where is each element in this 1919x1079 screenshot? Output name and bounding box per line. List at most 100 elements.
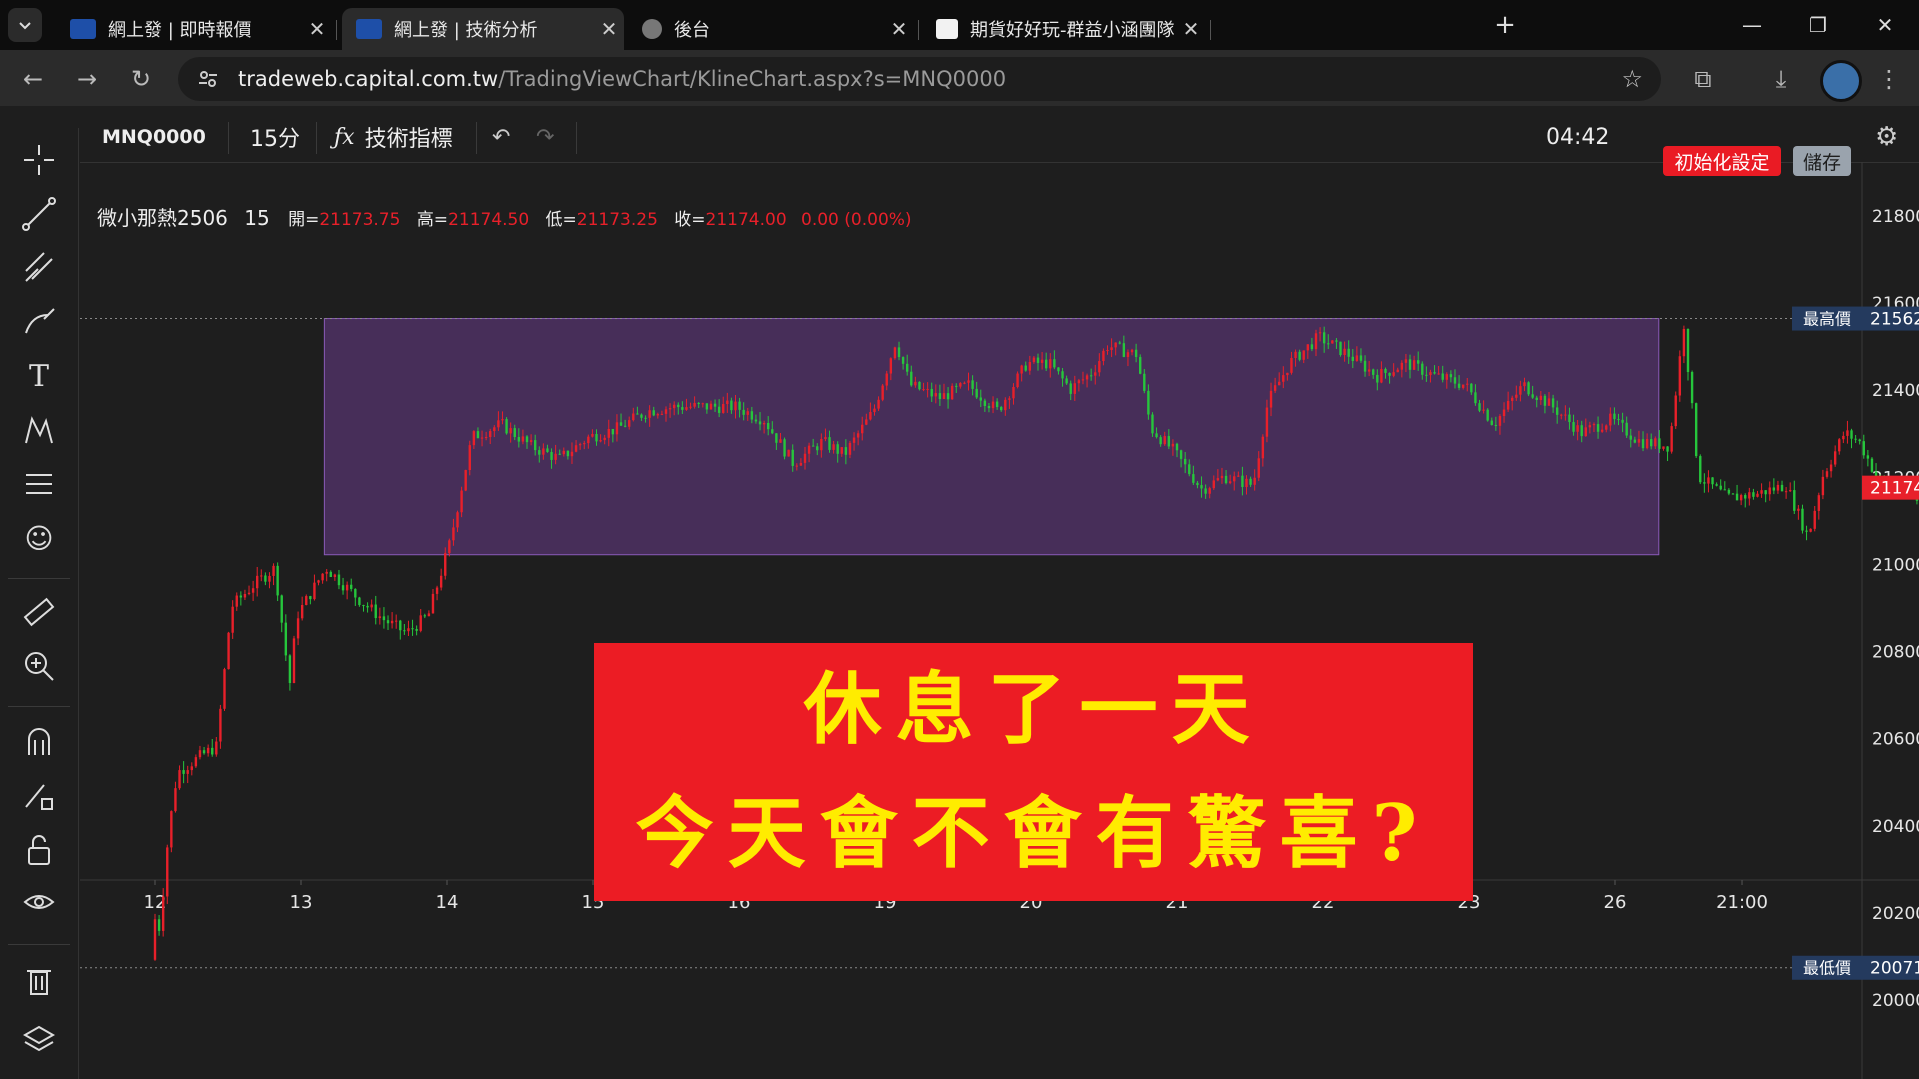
candle-body xyxy=(1809,528,1812,532)
redo-icon[interactable]: ↷ xyxy=(536,112,554,162)
close-tab-icon[interactable]: ✕ xyxy=(884,17,914,41)
candle-body xyxy=(1147,390,1150,415)
browser-tab-futures[interactable]: 期貨好好玩-群益小涵團隊|唯一 ✕ xyxy=(922,8,1206,50)
toolbar-separator xyxy=(8,706,70,707)
candle-body xyxy=(971,380,974,389)
price-chart[interactable]: 21800.0021600.0021400.0021200.0021000.00… xyxy=(80,162,1919,1079)
address-field[interactable]: tradeweb.capital.com.tw/TradingViewChart… xyxy=(178,57,1661,101)
candle-body xyxy=(1727,489,1731,494)
candle-body xyxy=(995,401,999,408)
candle-body xyxy=(1155,433,1158,438)
text-tool-icon[interactable]: T xyxy=(14,354,64,398)
candle-body xyxy=(472,431,476,446)
candle-body xyxy=(595,433,598,442)
browser-tab-backend[interactable]: 後台 ✕ xyxy=(628,8,914,50)
ruler-icon[interactable] xyxy=(14,590,64,634)
legend-close-value: 21174.00 xyxy=(705,210,787,230)
symbol-selector[interactable]: MNQ0000 xyxy=(102,112,206,162)
candle-body xyxy=(264,575,267,582)
download-icon[interactable]: ⤓ xyxy=(1766,64,1796,94)
candle-body xyxy=(1016,373,1019,388)
candle-body xyxy=(517,437,521,442)
browser-tab-technical-analysis[interactable]: 網上發 | 技術分析 ✕ xyxy=(342,8,624,50)
bookmark-star-icon[interactable]: ☆ xyxy=(1621,65,1643,93)
candle-body xyxy=(1273,385,1277,391)
candle-body xyxy=(583,443,586,445)
candle-body xyxy=(1179,450,1183,459)
candle-body xyxy=(1171,443,1175,447)
candle-body xyxy=(709,403,713,410)
candle-body xyxy=(803,453,807,463)
candle-body xyxy=(1216,478,1220,481)
price-tick-label: 20000.00 xyxy=(1872,991,1919,1011)
new-tab-button[interactable]: + xyxy=(1480,0,1530,50)
pattern-icon[interactable] xyxy=(14,408,64,452)
candle-body xyxy=(1793,490,1796,511)
candle-body xyxy=(1449,374,1453,378)
candle-body xyxy=(1874,471,1878,477)
candle-body xyxy=(775,433,778,443)
forward-button[interactable]: → xyxy=(72,64,102,94)
candle-body xyxy=(844,447,848,455)
crosshair-icon[interactable] xyxy=(14,138,64,182)
candle-body xyxy=(885,373,888,386)
candle-body xyxy=(1376,374,1379,383)
candle-body xyxy=(1564,414,1567,416)
trend-line-icon[interactable] xyxy=(14,192,64,236)
indicators-button[interactable]: ƒx 技術指標 xyxy=(334,112,453,162)
candle-body xyxy=(1245,478,1248,488)
candle-body xyxy=(1502,409,1506,417)
undo-icon[interactable]: ↶ xyxy=(492,112,510,162)
eye-icon[interactable] xyxy=(14,882,64,926)
magnet-icon[interactable] xyxy=(14,720,64,764)
tab-search-button[interactable] xyxy=(8,8,42,42)
close-tab-icon[interactable]: ✕ xyxy=(302,17,332,41)
restore-button[interactable]: ❐ xyxy=(1784,0,1852,50)
close-window-button[interactable]: ✕ xyxy=(1851,0,1919,50)
profile-avatar[interactable] xyxy=(1820,60,1862,102)
fib-tool-icon[interactable] xyxy=(14,246,64,290)
candle-body xyxy=(276,565,279,596)
brush-icon[interactable] xyxy=(14,300,64,344)
candle-body xyxy=(1012,387,1015,399)
candle-body xyxy=(1237,475,1240,477)
interval-selector[interactable]: 15分 xyxy=(250,112,300,162)
price-tick-label: 21000.00 xyxy=(1872,555,1919,575)
candle-body xyxy=(730,400,733,411)
site-info-icon[interactable] xyxy=(178,68,238,90)
indicators-label: 技術指標 xyxy=(364,127,453,152)
candle-body xyxy=(987,405,991,409)
candle-body xyxy=(1053,359,1056,368)
candle-body xyxy=(1543,395,1547,406)
candle-body xyxy=(779,439,782,443)
reload-button[interactable]: ↻ xyxy=(126,64,156,94)
browser-tab-quotes[interactable]: 網上發 | 即時報價 ✕ xyxy=(56,8,332,50)
extensions-icon[interactable]: ⧉ xyxy=(1688,64,1718,94)
candle-body xyxy=(1707,477,1710,484)
candle-body xyxy=(194,757,198,767)
layers-icon[interactable] xyxy=(14,1018,64,1062)
candle-body xyxy=(1494,424,1498,426)
emoji-icon[interactable]: ☺ xyxy=(14,516,64,560)
candle-body xyxy=(1682,328,1686,357)
zoom-in-icon[interactable] xyxy=(14,644,64,688)
minimize-button[interactable]: — xyxy=(1718,0,1786,50)
browser-menu-icon[interactable]: ⋮ xyxy=(1874,64,1904,94)
url-host: tradeweb.capital.com.tw xyxy=(238,67,499,91)
price-tick-label: 20600.00 xyxy=(1872,730,1919,750)
candle-body xyxy=(693,402,696,407)
price-axis[interactable]: 21800.0021600.0021400.0021200.0021000.00… xyxy=(1861,162,1919,1079)
back-button[interactable]: ← xyxy=(18,64,48,94)
candle-body xyxy=(1433,372,1436,374)
unlock-icon[interactable] xyxy=(14,828,64,872)
candle-body xyxy=(758,421,762,425)
lock-drawing-icon[interactable] xyxy=(14,774,64,818)
close-tab-icon[interactable]: ✕ xyxy=(594,17,624,41)
prediction-icon[interactable] xyxy=(14,462,64,506)
settings-gear-icon[interactable]: ⚙ xyxy=(1875,112,1898,162)
candle-body xyxy=(1036,357,1040,363)
close-tab-icon[interactable]: ✕ xyxy=(1176,17,1206,41)
legend-high-label: 高= xyxy=(416,210,449,230)
candle-body xyxy=(1760,490,1763,494)
trash-icon[interactable] xyxy=(14,958,64,1002)
